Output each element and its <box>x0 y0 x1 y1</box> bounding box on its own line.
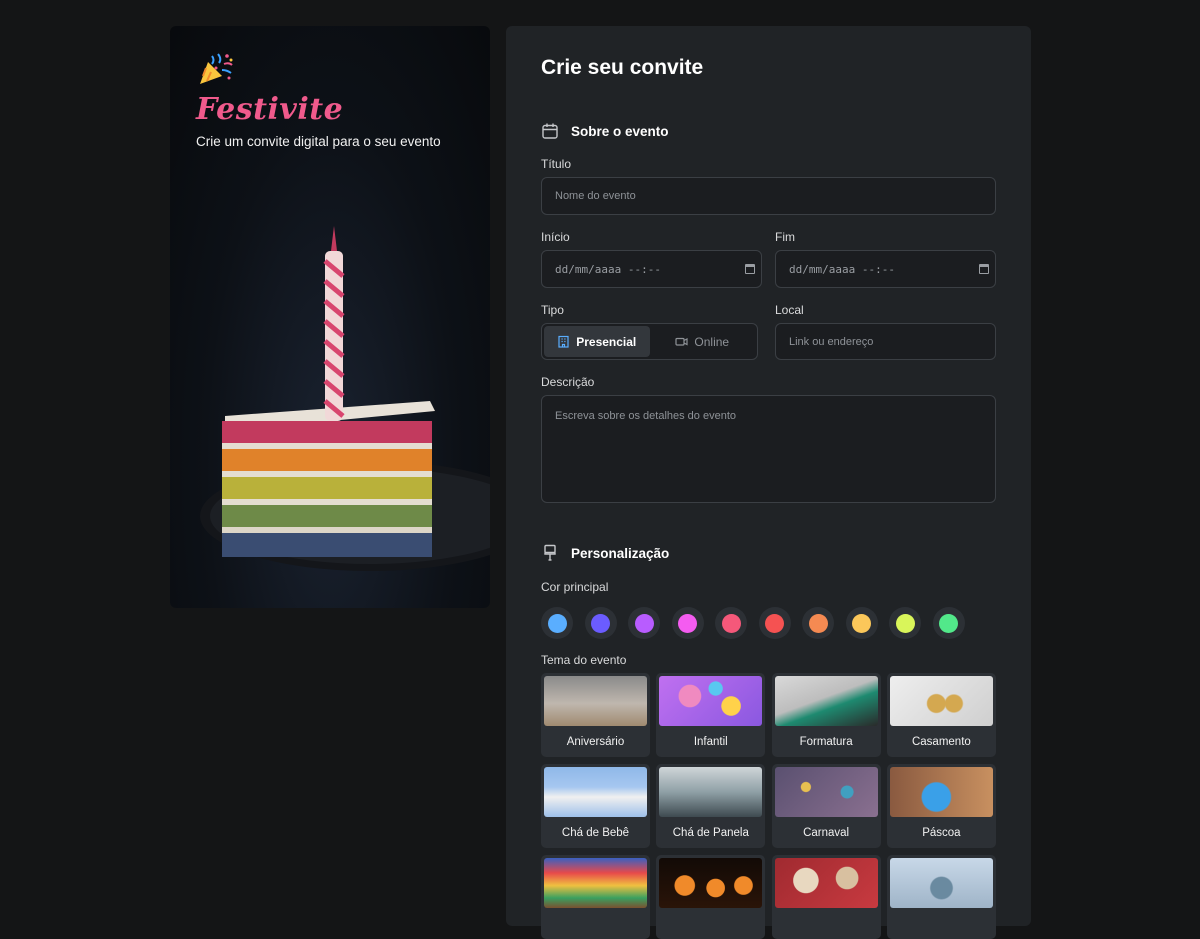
theme-label-text: Infantil <box>693 736 728 748</box>
color-swatch[interactable] <box>845 607 878 639</box>
section-customization-title: Personalização <box>571 545 670 561</box>
theme-option[interactable]: Casamento <box>886 673 996 757</box>
theme-label-text: Chá de Panela <box>672 827 749 839</box>
color-swatch[interactable] <box>715 607 747 639</box>
color-swatch-dot <box>547 613 567 633</box>
location-input[interactable]: Link ou endereço <box>775 323 996 360</box>
calendar-icon <box>542 123 558 139</box>
theme-thumbnail <box>659 767 763 817</box>
start-label: Início <box>541 230 570 244</box>
rainbow-cake-image <box>200 226 490 571</box>
theme-option[interactable]: Chá de Bebê <box>541 764 650 848</box>
color-swatch-dot <box>765 613 784 633</box>
page-title: Crie seu convite <box>541 56 704 79</box>
type-option-presencial-label: Presencial <box>576 334 637 349</box>
color-swatch-dot <box>591 613 610 633</box>
theme-option[interactable]: Carnaval <box>771 764 881 848</box>
color-swatch-dot <box>678 613 697 633</box>
theme-label-text: Carnaval <box>803 827 850 839</box>
theme-thumbnail <box>889 858 993 908</box>
color-swatch[interactable] <box>628 607 660 639</box>
theme-option[interactable] <box>886 855 996 939</box>
color-swatch-dot <box>939 613 958 633</box>
theme-option[interactable]: Chá de Panela <box>656 764 766 848</box>
theme-thumbnail <box>544 767 647 817</box>
theme-label-text: Formatura <box>799 736 853 748</box>
theme-label-text: Aniversário <box>566 736 625 748</box>
type-label: Tipo <box>541 303 564 317</box>
calendar-picker-icon[interactable] <box>745 264 755 274</box>
invite-form: Crie seu convite Sobre o evento Título N… <box>506 26 1031 939</box>
description-label: Descrição <box>541 375 595 389</box>
section-about: Sobre o evento <box>541 122 669 140</box>
paintbrush-icon <box>544 544 556 561</box>
title-input[interactable]: Nome do evento <box>541 177 996 215</box>
end-datetime-input[interactable]: dd/mm/aaaa --:-- <box>775 250 996 288</box>
hero-card: Festivite Crie um convite digital para o… <box>170 26 490 608</box>
color-swatch[interactable] <box>758 607 791 639</box>
location-label: Local <box>775 303 804 317</box>
theme-thumbnail <box>659 858 763 908</box>
theme-thumbnail <box>774 858 878 908</box>
type-option-online[interactable]: Online <box>650 326 756 357</box>
section-about-title: Sobre o evento <box>571 123 669 139</box>
calendar-picker-icon[interactable] <box>979 264 989 274</box>
party-popper-icon <box>200 53 233 84</box>
theme-option[interactable] <box>541 855 650 939</box>
brand-tagline: Crie um convite digital para o seu event… <box>196 134 441 149</box>
color-swatch[interactable] <box>584 607 617 639</box>
brand-name: Festivite <box>196 92 344 127</box>
color-swatch-dot <box>721 613 741 633</box>
theme-thumbnail <box>889 676 993 726</box>
theme-option[interactable]: Formatura <box>771 673 881 757</box>
theme-thumbnail <box>774 676 878 726</box>
color-swatch[interactable] <box>671 607 704 639</box>
theme-option[interactable]: Infantil <box>656 673 766 757</box>
end-datetime-placeholder: dd/mm/aaaa --:-- <box>789 262 895 276</box>
video-icon <box>675 337 689 346</box>
color-swatch-dot <box>895 613 915 633</box>
theme-label-text: Páscoa <box>922 827 961 839</box>
color-swatch[interactable] <box>541 607 573 639</box>
theme-thumbnail <box>544 676 647 726</box>
theme-thumbnail <box>889 767 993 817</box>
type-option-online-label: Online <box>694 334 730 349</box>
type-option-presencial[interactable]: Presencial <box>544 326 650 357</box>
start-datetime-input[interactable]: dd/mm/aaaa --:-- <box>541 250 762 288</box>
color-swatch[interactable] <box>932 607 965 639</box>
color-swatches <box>541 607 965 639</box>
color-swatch-dot <box>852 613 871 633</box>
theme-option[interactable] <box>771 855 881 939</box>
theme-thumbnail <box>659 676 763 726</box>
end-label: Fim <box>775 230 795 244</box>
start-datetime-placeholder: dd/mm/aaaa --:-- <box>555 262 661 276</box>
color-swatch-dot <box>808 613 828 633</box>
description-textarea[interactable]: Escreva sobre os detalhes do evento <box>541 395 996 503</box>
color-label: Cor principal <box>541 580 609 594</box>
theme-label: Tema do evento <box>541 653 627 667</box>
theme-option[interactable]: Aniversário <box>541 673 650 757</box>
theme-label-text: Casamento <box>911 736 971 748</box>
title-label: Título <box>541 157 572 171</box>
theme-grid: Aniversário Infantil Formatura Casamento Chá… <box>541 673 997 939</box>
theme-thumbnail <box>774 767 878 817</box>
color-swatch[interactable] <box>889 607 921 639</box>
color-swatch-dot <box>634 613 654 633</box>
theme-option[interactable]: Páscoa <box>886 764 996 848</box>
theme-thumbnail <box>544 858 647 908</box>
building-icon <box>558 335 569 348</box>
theme-option[interactable] <box>656 855 766 939</box>
event-type-toggle: Presencial Online <box>541 323 758 360</box>
theme-label-text: Chá de Bebê <box>561 827 630 839</box>
section-customization: Personalização <box>541 544 669 562</box>
color-swatch[interactable] <box>802 607 834 639</box>
